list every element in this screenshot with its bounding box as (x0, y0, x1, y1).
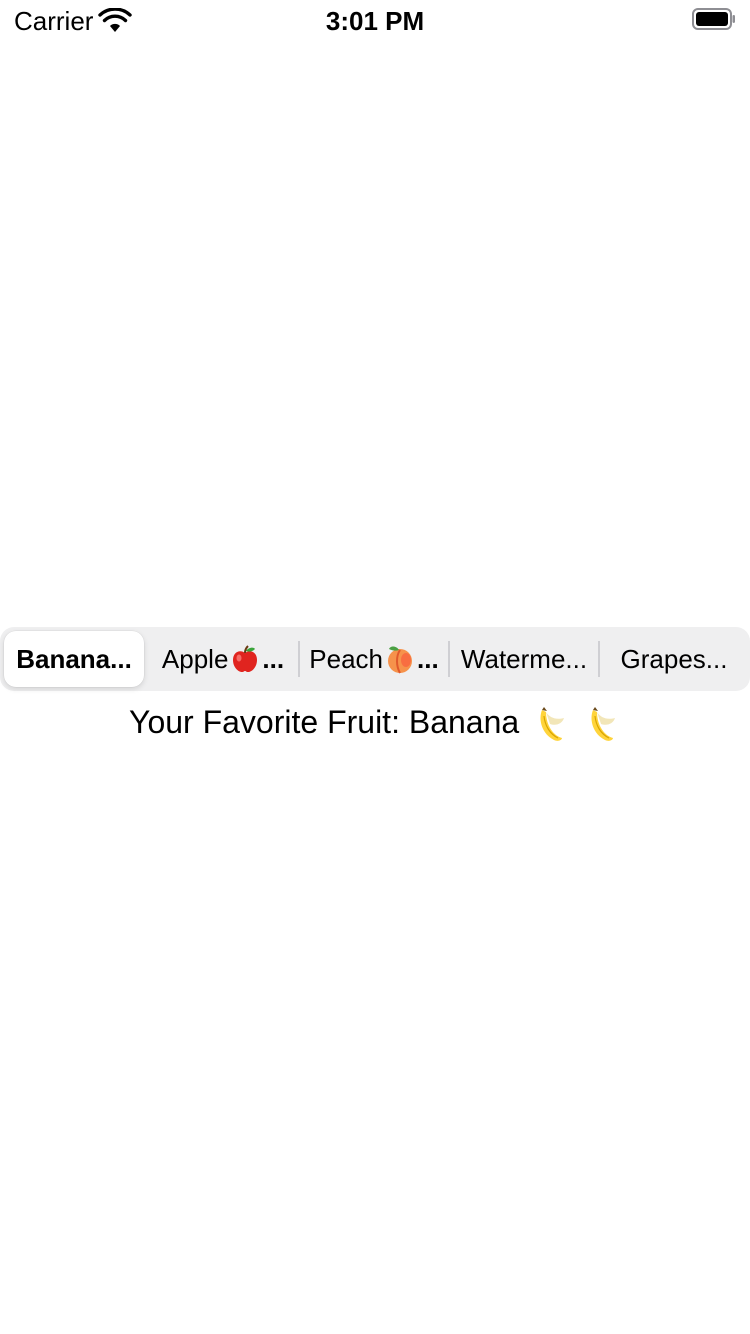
segment-label: Banana... (16, 643, 132, 674)
clock: 3:01 PM (325, 6, 425, 36)
banana-icon (540, 706, 565, 741)
status-bar: Carrier 3:01 PM (0, 0, 750, 40)
segment-label: Waterme... (460, 643, 588, 674)
segment-divider (598, 641, 600, 677)
fruit-segmented-control: Banana... Apple ... Peach ... Waterme...… (0, 627, 750, 691)
segment-apple[interactable]: Apple ... (150, 631, 296, 687)
segment-ellipsis: ... (262, 643, 285, 674)
favorite-fruit-label: Your Favorite Fruit: Banana (0, 704, 750, 744)
battery-icon (692, 8, 735, 30)
segment-grapes[interactable]: Grapes... (602, 631, 746, 687)
segment-ellipsis: ... (417, 643, 439, 674)
favorite-fruit-text: Your Favorite Fruit: Banana (129, 704, 520, 740)
segment-label: Apple (161, 643, 229, 674)
peach-icon (388, 646, 413, 674)
segment-divider (448, 641, 450, 677)
segment-peach[interactable]: Peach ... (302, 631, 446, 687)
apple-icon (233, 645, 258, 672)
segment-divider (298, 641, 300, 677)
segment-watermelon[interactable]: Waterme... (452, 631, 596, 687)
segment-label: Grapes... (620, 643, 728, 674)
banana-icon (591, 706, 615, 741)
segment-label: Peach (309, 643, 384, 674)
segment-banana[interactable]: Banana... (4, 631, 144, 687)
